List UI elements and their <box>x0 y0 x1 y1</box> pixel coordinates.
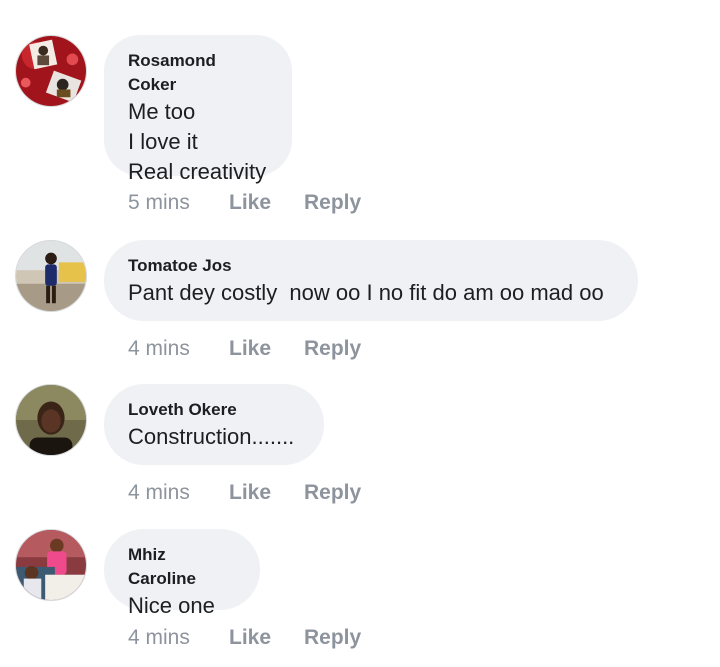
reply-button[interactable]: Reply <box>304 625 361 651</box>
like-button[interactable]: Like <box>229 480 304 506</box>
like-button[interactable]: Like <box>229 190 304 216</box>
comment-text-line: I love it <box>128 129 198 154</box>
comment-text-line: Construction....... <box>128 424 295 449</box>
comment-text-line: Nice one <box>128 593 215 618</box>
comment-actions: 4 mins Like Reply <box>128 480 361 506</box>
comment-text-line: Real creativity <box>128 159 267 184</box>
avatar-photo <box>16 385 86 455</box>
avatar[interactable] <box>15 240 87 312</box>
reply-button[interactable]: Reply <box>304 336 361 362</box>
comment-bubble: Loveth Okere Construction....... <box>104 384 324 465</box>
avatar[interactable] <box>15 384 87 456</box>
reply-button[interactable]: Reply <box>304 480 361 506</box>
like-button[interactable]: Like <box>229 336 304 362</box>
comment-timestamp[interactable]: 4 mins <box>128 480 229 506</box>
avatar-photo <box>16 36 86 106</box>
comment-author[interactable]: Loveth Okere <box>128 398 300 422</box>
comment-bubble: Tomatoe Jos Pant dey costly now oo I no … <box>104 240 638 321</box>
comment-text-line: Pant dey costly now oo I no fit do am oo… <box>128 280 604 305</box>
comment-author[interactable]: Rosamond Coker <box>128 49 268 97</box>
reply-button[interactable]: Reply <box>304 190 361 216</box>
avatar-photo <box>16 530 86 600</box>
comment-timestamp[interactable]: 4 mins <box>128 336 229 362</box>
comment-timestamp[interactable]: 4 mins <box>128 625 229 651</box>
comment-actions: 4 mins Like Reply <box>128 625 361 651</box>
avatar[interactable] <box>15 529 87 601</box>
comment-actions: 5 mins Like Reply <box>128 190 361 216</box>
comment-text-line: Me too <box>128 99 196 124</box>
like-button[interactable]: Like <box>229 625 304 651</box>
comment-actions: 4 mins Like Reply <box>128 336 361 362</box>
avatar[interactable] <box>15 35 87 107</box>
avatar-photo <box>16 241 86 311</box>
comment-author[interactable]: Mhiz Caroline <box>128 543 236 591</box>
comment-bubble: Rosamond Coker Me too I love it Real cre… <box>104 35 292 184</box>
comment-bubble: Mhiz Caroline Nice one <box>104 529 260 618</box>
comment-timestamp[interactable]: 5 mins <box>128 190 229 216</box>
comment-author[interactable]: Tomatoe Jos <box>128 254 614 278</box>
